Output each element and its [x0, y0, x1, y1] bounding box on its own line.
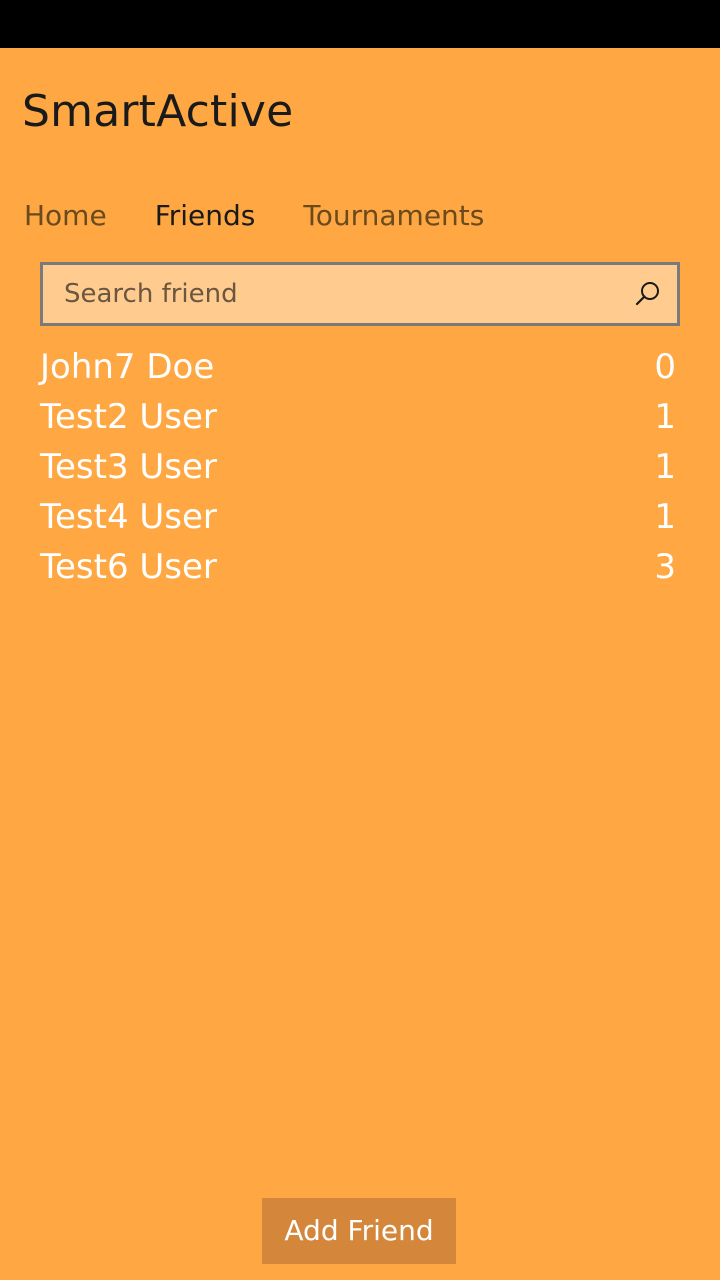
friend-count: 3 — [654, 547, 676, 587]
friend-count: 1 — [654, 497, 676, 537]
tab-friends[interactable]: Friends — [155, 196, 256, 236]
search-box — [40, 262, 680, 326]
list-item[interactable]: Test4 User 1 — [40, 492, 676, 542]
friends-list: John7 Doe 0 Test2 User 1 Test3 User 1 Te… — [40, 342, 676, 592]
tab-home[interactable]: Home — [24, 196, 107, 236]
list-item[interactable]: Test2 User 1 — [40, 392, 676, 442]
list-item[interactable]: Test6 User 3 — [40, 542, 676, 592]
search-input[interactable] — [43, 265, 623, 323]
app-title: SmartActive — [22, 86, 294, 137]
friend-name: Test3 User — [40, 447, 217, 487]
friend-count: 0 — [654, 347, 676, 387]
status-bar — [0, 0, 720, 48]
friend-count: 1 — [654, 447, 676, 487]
search-icon[interactable] — [633, 279, 663, 309]
friend-name: Test6 User — [40, 547, 217, 587]
friend-name: Test2 User — [40, 397, 217, 437]
add-friend-button[interactable]: Add Friend — [262, 1198, 456, 1264]
tab-tournaments[interactable]: Tournaments — [303, 196, 484, 236]
friend-count: 1 — [654, 397, 676, 437]
pivot-tabs: Home Friends Tournaments — [24, 196, 532, 236]
list-item[interactable]: Test3 User 1 — [40, 442, 676, 492]
friend-name: Test4 User — [40, 497, 217, 537]
friend-name: John7 Doe — [40, 347, 215, 387]
list-item[interactable]: John7 Doe 0 — [40, 342, 676, 392]
